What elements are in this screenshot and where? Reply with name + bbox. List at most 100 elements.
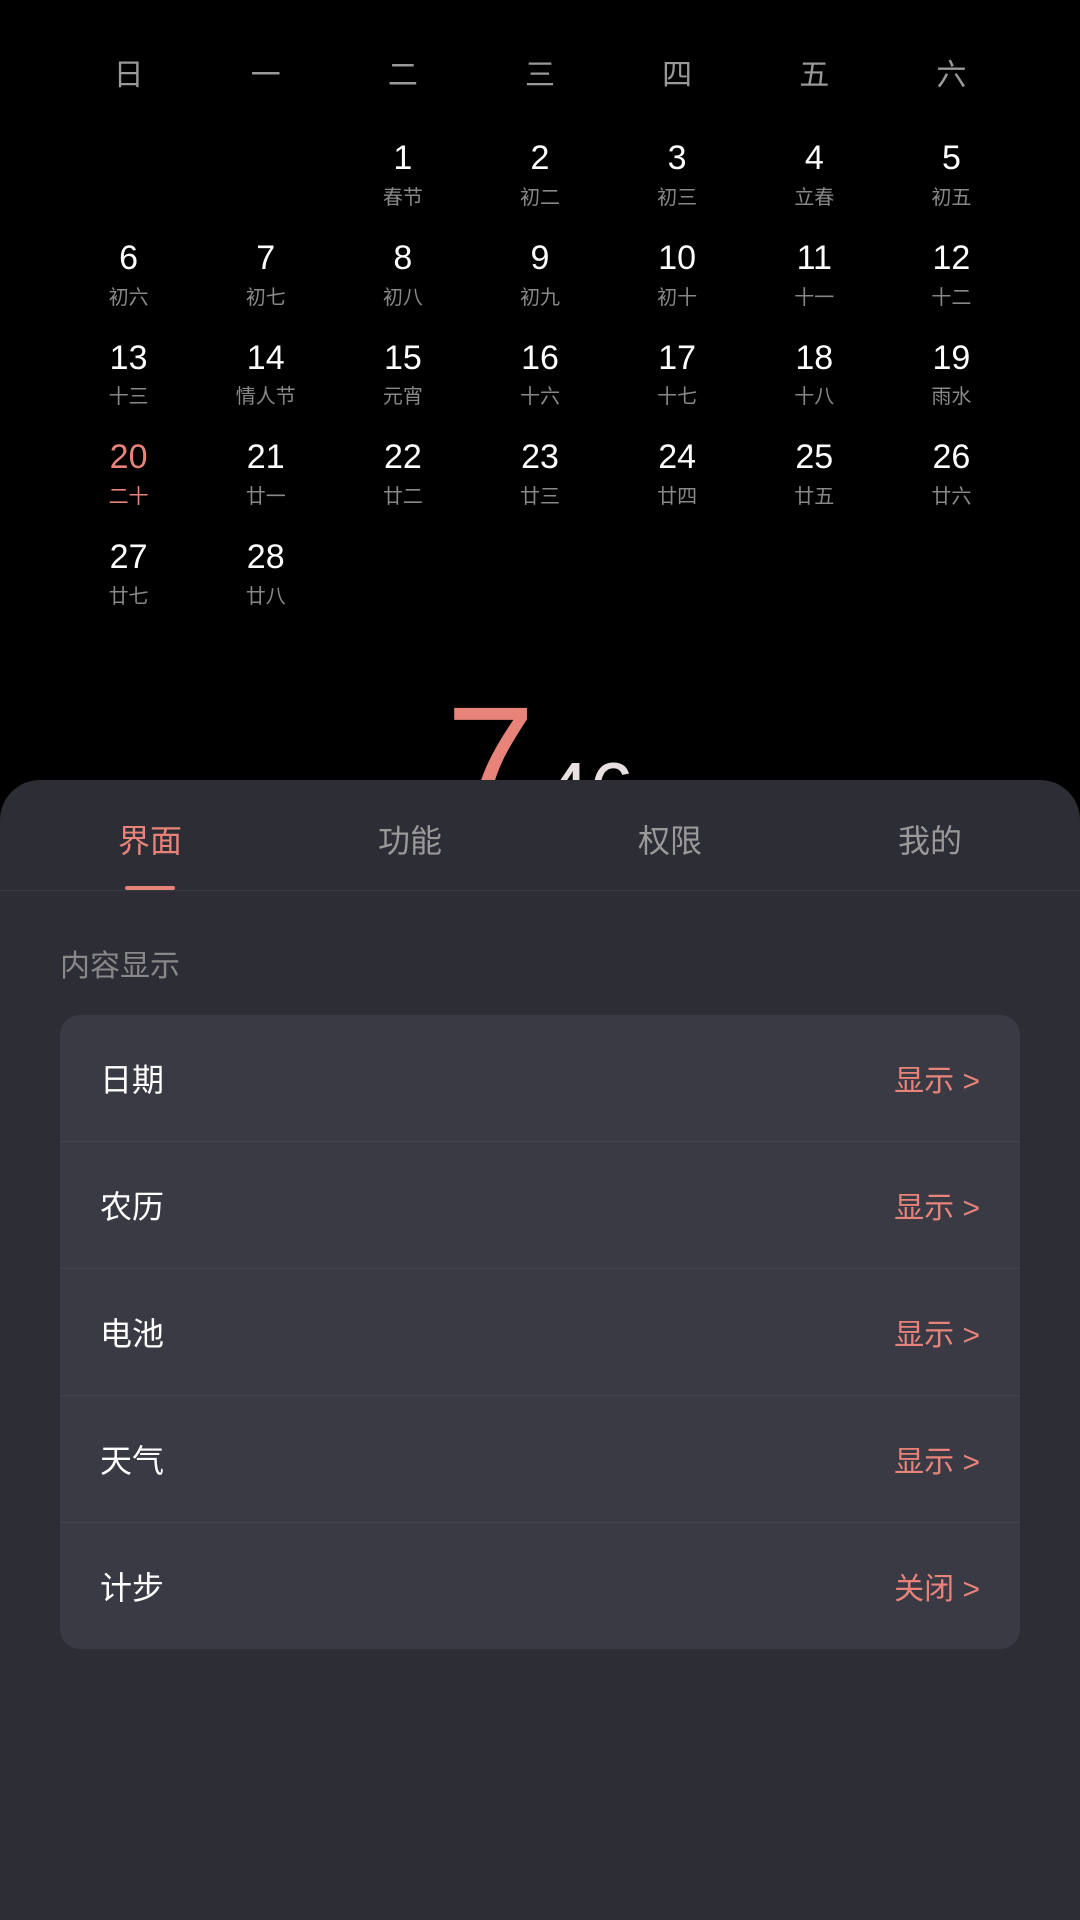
day-cell[interactable]: 25廿五	[746, 423, 883, 523]
day-cell[interactable]: 20二十	[60, 423, 197, 523]
day-number: 24	[609, 437, 746, 478]
setting-item-农历[interactable]: 农历 显示 >	[60, 1142, 1020, 1269]
setting-value[interactable]: 显示 >	[894, 1310, 980, 1354]
day-lunar: 廿三	[471, 480, 608, 509]
day-cell[interactable]: 13十三	[60, 324, 197, 424]
setting-value[interactable]: 显示 >	[894, 1183, 980, 1227]
setting-value[interactable]: 关闭 >	[894, 1564, 980, 1608]
settings-list: 日期显示 >农历显示 >电池显示 >天气显示 >计步关闭 >	[60, 1015, 1020, 1649]
day-cell[interactable]: 21廿一	[197, 423, 334, 523]
day-number: 3	[609, 138, 746, 179]
day-cell[interactable]: 12十二	[883, 224, 1020, 324]
tabs: 界面功能权限我的	[0, 780, 1080, 891]
day-lunar: 廿二	[334, 480, 471, 509]
day-cell[interactable]: 22廿二	[334, 423, 471, 523]
day-lunar: 廿五	[746, 480, 883, 509]
day-lunar: 廿六	[883, 480, 1020, 509]
day-number: 6	[60, 238, 197, 279]
tab-我的[interactable]: 我的	[800, 780, 1060, 890]
day-number: 27	[60, 537, 197, 578]
setting-label: 电池	[100, 1309, 164, 1355]
day-number: 23	[471, 437, 608, 478]
day-lunar: 初十	[609, 281, 746, 310]
weekday-cell: 日	[60, 40, 197, 104]
weekday-cell: 二	[334, 40, 471, 104]
settings-content: 内容显示 日期显示 >农历显示 >电池显示 >天气显示 >计步关闭 >	[0, 891, 1080, 1649]
day-number: 28	[197, 537, 334, 578]
day-cell[interactable]: 6初六	[60, 224, 197, 324]
weekday-row: 日一二三四五六	[60, 40, 1020, 104]
day-cell[interactable]: 24廿四	[609, 423, 746, 523]
day-number: 15	[334, 338, 471, 379]
day-lunar: 初七	[197, 281, 334, 310]
day-number: 2	[471, 138, 608, 179]
day-cell[interactable]: 15元宵	[334, 324, 471, 424]
day-number: 19	[883, 338, 1020, 379]
day-cell[interactable]: 10初十	[609, 224, 746, 324]
day-lunar: 十七	[609, 380, 746, 409]
day-lunar: 雨水	[883, 380, 1020, 409]
day-number: 22	[334, 437, 471, 478]
day-number: 4	[746, 138, 883, 179]
day-lunar: 十二	[883, 281, 1020, 310]
day-cell[interactable]: 7初七	[197, 224, 334, 324]
day-number: 20	[60, 437, 197, 478]
day-cell[interactable]: 1春节	[334, 124, 471, 224]
days-grid: 1春节2初二3初三4立春5初五6初六7初七8初八9初九10初十11十一12十二1…	[60, 124, 1020, 623]
tab-界面[interactable]: 界面	[20, 780, 280, 890]
day-cell[interactable]: 17十七	[609, 324, 746, 424]
setting-label: 农历	[100, 1182, 164, 1228]
day-lunar: 十三	[60, 380, 197, 409]
day-lunar: 初三	[609, 181, 746, 210]
day-number: 8	[334, 238, 471, 279]
day-lunar: 廿一	[197, 480, 334, 509]
day-lunar: 初九	[471, 281, 608, 310]
day-cell[interactable]: 16十六	[471, 324, 608, 424]
day-number: 11	[746, 238, 883, 279]
setting-item-计步[interactable]: 计步关闭 >	[60, 1523, 1020, 1649]
day-cell[interactable]: 19雨水	[883, 324, 1020, 424]
day-number: 5	[883, 138, 1020, 179]
day-lunar: 初五	[883, 181, 1020, 210]
weekday-cell: 一	[197, 40, 334, 104]
day-number: 17	[609, 338, 746, 379]
day-lunar: 情人节	[197, 380, 334, 409]
day-cell	[60, 124, 197, 224]
day-cell[interactable]: 2初二	[471, 124, 608, 224]
day-cell[interactable]: 27廿七	[60, 523, 197, 623]
setting-label: 天气	[100, 1436, 164, 1482]
day-lunar: 立春	[746, 181, 883, 210]
day-cell[interactable]: 3初三	[609, 124, 746, 224]
day-lunar: 初二	[471, 181, 608, 210]
setting-value[interactable]: 显示 >	[894, 1437, 980, 1481]
day-number: 25	[746, 437, 883, 478]
day-lunar: 十六	[471, 380, 608, 409]
calendar-section: 日一二三四五六 1春节2初二3初三4立春5初五6初六7初七8初八9初九10初十1…	[0, 0, 1080, 643]
day-cell[interactable]: 5初五	[883, 124, 1020, 224]
weekday-cell: 六	[883, 40, 1020, 104]
day-number: 9	[471, 238, 608, 279]
setting-item-电池[interactable]: 电池 显示 >	[60, 1269, 1020, 1396]
day-number: 1	[334, 138, 471, 179]
day-lunar: 十八	[746, 380, 883, 409]
day-cell[interactable]: 4立春	[746, 124, 883, 224]
day-cell[interactable]: 9初九	[471, 224, 608, 324]
day-number: 10	[609, 238, 746, 279]
day-cell	[197, 124, 334, 224]
setting-item-天气[interactable]: 天气 显示 >	[60, 1396, 1020, 1523]
tab-功能[interactable]: 功能	[280, 780, 540, 890]
day-cell[interactable]: 18十八	[746, 324, 883, 424]
day-lunar: 廿八	[197, 580, 334, 609]
day-cell[interactable]: 8初八	[334, 224, 471, 324]
day-cell[interactable]: 14情人节	[197, 324, 334, 424]
tab-权限[interactable]: 权限	[540, 780, 800, 890]
setting-item-日期[interactable]: 日期显示 >	[60, 1015, 1020, 1142]
day-lunar: 初六	[60, 281, 197, 310]
day-cell[interactable]: 28廿八	[197, 523, 334, 623]
day-cell[interactable]: 26廿六	[883, 423, 1020, 523]
day-lunar: 初八	[334, 281, 471, 310]
day-cell[interactable]: 11十一	[746, 224, 883, 324]
day-cell[interactable]: 23廿三	[471, 423, 608, 523]
day-lunar: 元宵	[334, 380, 471, 409]
setting-value[interactable]: 显示 >	[894, 1056, 980, 1100]
